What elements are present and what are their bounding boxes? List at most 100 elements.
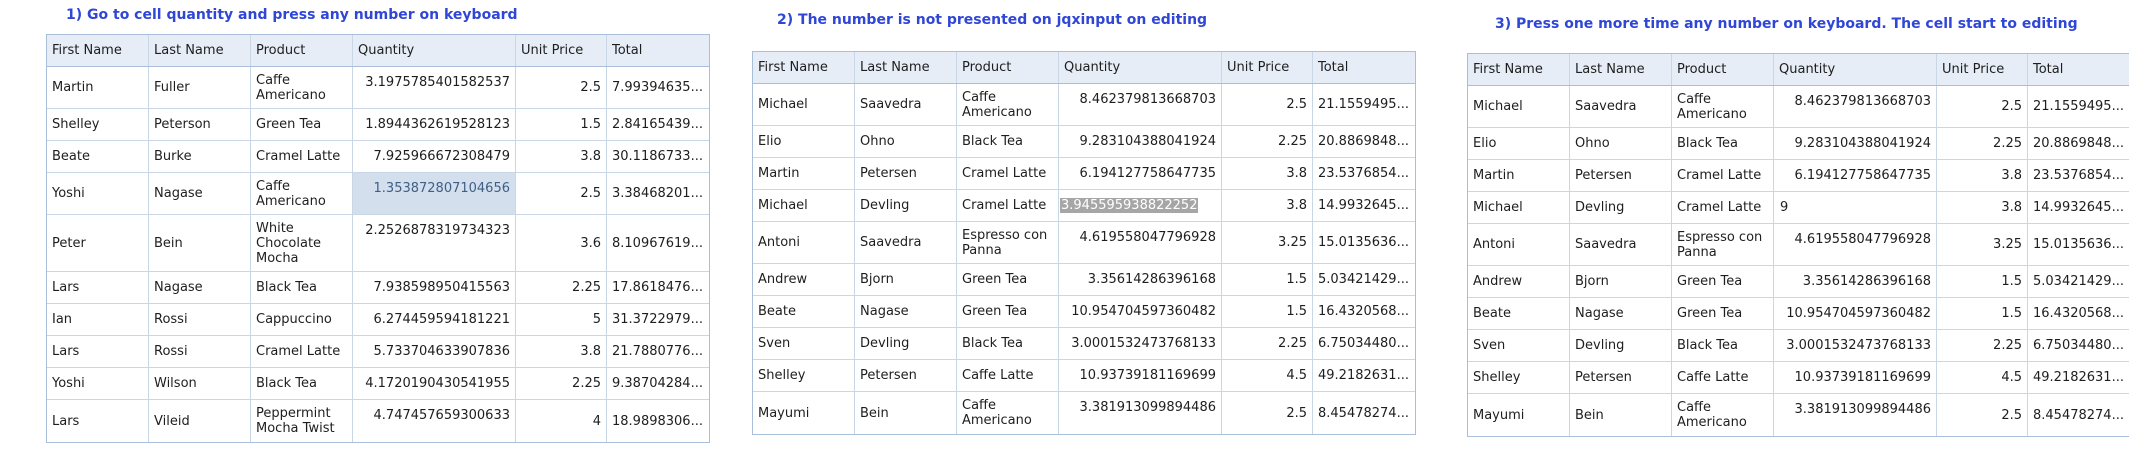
cell-last-name[interactable]: Devling <box>855 190 957 221</box>
cell-product[interactable]: Cramel Latte <box>957 190 1059 221</box>
cell-product[interactable]: Caffe Americano <box>251 67 353 108</box>
cell-unit-price[interactable]: 2.5 <box>1937 86 2028 127</box>
table-row[interactable]: Lars Rossi Cramel Latte 5.73370463390783… <box>47 336 709 368</box>
cell-quantity[interactable]: 6.194127758647735 <box>1774 160 1937 191</box>
cell-unit-price[interactable]: 5 <box>516 304 607 335</box>
cell-quantity-selected[interactable]: 1.353872807104656 <box>353 173 516 214</box>
cell-product[interactable]: White Chocolate Mocha <box>251 215 353 271</box>
cell-last-name[interactable]: Petersen <box>1570 160 1672 191</box>
cell-total[interactable]: 5.03421429... <box>1313 264 1415 295</box>
cell-total[interactable]: 8.45478274... <box>1313 392 1415 434</box>
cell-product[interactable]: Espresso con Panna <box>957 222 1059 263</box>
cell-last-name[interactable]: Devling <box>1570 192 1672 223</box>
cell-last-name[interactable]: Saavedra <box>1570 224 1672 265</box>
column-header-total[interactable]: Total <box>1313 52 1415 83</box>
cell-total[interactable]: 14.9932645... <box>2028 192 2129 223</box>
cell-unit-price[interactable]: 2.5 <box>516 67 607 108</box>
column-header-quantity[interactable]: Quantity <box>1059 52 1222 83</box>
cell-unit-price[interactable]: 3.8 <box>516 336 607 367</box>
table-row[interactable]: Sven Devling Black Tea 3.000153247376813… <box>1468 330 2129 362</box>
cell-quantity[interactable]: 2.2526878319734323 <box>353 215 516 271</box>
cell-first-name[interactable]: Shelley <box>1468 362 1570 393</box>
cell-quantity[interactable]: 7.925966672308479 <box>353 141 516 172</box>
cell-product[interactable]: Peppermint Mocha Twist <box>251 400 353 442</box>
cell-first-name[interactable]: Elio <box>753 126 855 157</box>
table-row[interactable]: Andrew Bjorn Green Tea 3.35614286396168 … <box>1468 266 2129 298</box>
table-row[interactable]: Lars Nagase Black Tea 7.938598950415563 … <box>47 272 709 304</box>
cell-first-name[interactable]: Lars <box>47 336 149 367</box>
cell-product[interactable]: Green Tea <box>1672 298 1774 329</box>
cell-first-name[interactable]: Beate <box>47 141 149 172</box>
table-row[interactable]: Mayumi Bein Caffe Americano 3.3819130998… <box>1468 394 2129 436</box>
cell-first-name[interactable]: Antoni <box>753 222 855 263</box>
cell-product[interactable]: Cappuccino <box>251 304 353 335</box>
cell-product[interactable]: Green Tea <box>957 296 1059 327</box>
cell-total[interactable]: 15.0135636... <box>1313 222 1415 263</box>
cell-first-name[interactable]: Michael <box>1468 192 1570 223</box>
cell-first-name[interactable]: Martin <box>753 158 855 189</box>
cell-total[interactable]: 30.1186733... <box>607 141 709 172</box>
cell-quantity[interactable]: 9.283104388041924 <box>1774 128 1937 159</box>
cell-quantity[interactable]: 7.938598950415563 <box>353 272 516 303</box>
table-row[interactable]: Beate Nagase Green Tea 10.95470459736048… <box>753 296 1415 328</box>
cell-unit-price[interactable]: 1.5 <box>1222 264 1313 295</box>
cell-unit-price[interactable]: 3.8 <box>1937 192 2028 223</box>
cell-unit-price[interactable]: 2.25 <box>516 368 607 399</box>
cell-first-name[interactable]: Shelley <box>47 109 149 140</box>
cell-total[interactable]: 18.9898306... <box>607 400 709 442</box>
cell-first-name[interactable]: Shelley <box>753 360 855 391</box>
table-row[interactable]: Shelley Peterson Green Tea 1.89443626195… <box>47 109 709 141</box>
cell-unit-price[interactable]: 2.25 <box>1222 328 1313 359</box>
cell-total[interactable]: 5.03421429... <box>2028 266 2129 297</box>
cell-total[interactable]: 3.38468201... <box>607 173 709 214</box>
cell-total[interactable]: 9.38704284... <box>607 368 709 399</box>
cell-unit-price[interactable]: 3.25 <box>1222 222 1313 263</box>
cell-unit-price[interactable]: 1.5 <box>1222 296 1313 327</box>
table-row[interactable]: Michael Devling Cramel Latte 9 3.8 14.99… <box>1468 192 2129 224</box>
cell-first-name[interactable]: Andrew <box>1468 266 1570 297</box>
cell-quantity[interactable]: 5.733704633907836 <box>353 336 516 367</box>
table-row[interactable]: Martin Petersen Cramel Latte 6.194127758… <box>1468 160 2129 192</box>
cell-unit-price[interactable]: 2.5 <box>516 173 607 214</box>
cell-product[interactable]: Caffe Americano <box>1672 86 1774 127</box>
cell-quantity[interactable]: 8.462379813668703 <box>1059 84 1222 125</box>
cell-quantity[interactable]: 10.954704597360482 <box>1774 298 1937 329</box>
cell-total[interactable]: 23.5376854... <box>1313 158 1415 189</box>
cell-first-name[interactable]: Beate <box>753 296 855 327</box>
cell-first-name[interactable]: Elio <box>1468 128 1570 159</box>
cell-product[interactable]: Black Tea <box>1672 330 1774 361</box>
table-row[interactable]: Lars Vileid Peppermint Mocha Twist 4.747… <box>47 400 709 442</box>
table-row[interactable]: Antoni Saavedra Espresso con Panna 4.619… <box>1468 224 2129 266</box>
cell-last-name[interactable]: Nagase <box>149 173 251 214</box>
cell-total[interactable]: 20.8869848... <box>2028 128 2129 159</box>
column-header-unit-price[interactable]: Unit Price <box>1937 54 2028 85</box>
cell-unit-price[interactable]: 4.5 <box>1222 360 1313 391</box>
cell-unit-price[interactable]: 1.5 <box>1937 298 2028 329</box>
cell-first-name[interactable]: Martin <box>47 67 149 108</box>
quantity-editor-input[interactable]: 9 <box>1774 192 1937 223</box>
column-header-total[interactable]: Total <box>607 35 709 66</box>
cell-product[interactable]: Caffe Latte <box>1672 362 1774 393</box>
cell-first-name[interactable]: Michael <box>753 84 855 125</box>
cell-product[interactable]: Black Tea <box>251 368 353 399</box>
cell-total[interactable]: 49.2182631... <box>2028 362 2129 393</box>
table-row[interactable]: Sven Devling Black Tea 3.000153247376813… <box>753 328 1415 360</box>
cell-quantity[interactable]: 4.747457659300633 <box>353 400 516 442</box>
cell-product[interactable]: Caffe Latte <box>957 360 1059 391</box>
cell-first-name[interactable]: Antoni <box>1468 224 1570 265</box>
table-row[interactable]: Martin Fuller Caffe Americano 3.19757854… <box>47 67 709 109</box>
cell-quantity[interactable]: 3.381913099894486 <box>1059 392 1222 434</box>
cell-quantity[interactable]: 10.954704597360482 <box>1059 296 1222 327</box>
table-row[interactable]: Elio Ohno Black Tea 9.283104388041924 2.… <box>753 126 1415 158</box>
cell-first-name[interactable]: Martin <box>1468 160 1570 191</box>
column-header-unit-price[interactable]: Unit Price <box>1222 52 1313 83</box>
cell-product[interactable]: Cramel Latte <box>251 141 353 172</box>
cell-last-name[interactable]: Bjorn <box>855 264 957 295</box>
cell-quantity[interactable]: 3.1975785401582537 <box>353 67 516 108</box>
cell-last-name[interactable]: Rossi <box>149 336 251 367</box>
cell-total[interactable]: 31.3722979... <box>607 304 709 335</box>
table-row[interactable]: Andrew Bjorn Green Tea 3.35614286396168 … <box>753 264 1415 296</box>
cell-total[interactable]: 23.5376854... <box>2028 160 2129 191</box>
cell-first-name[interactable]: Beate <box>1468 298 1570 329</box>
cell-total[interactable]: 21.1559495... <box>1313 84 1415 125</box>
